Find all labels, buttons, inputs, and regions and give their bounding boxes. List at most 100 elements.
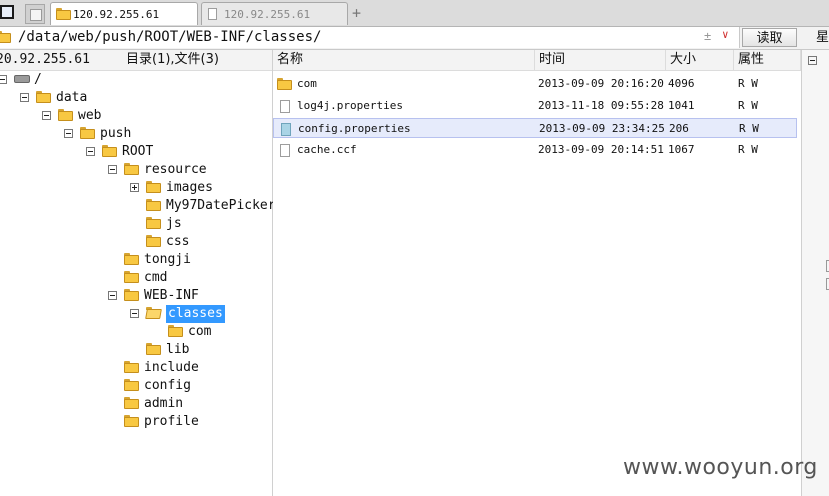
tab-active[interactable]: 120.92.255.61 — [50, 2, 198, 25]
read-button[interactable]: 读取 — [742, 28, 797, 47]
tree-item[interactable]: resource — [0, 161, 272, 179]
column-name-header[interactable]: 名称 — [273, 50, 535, 70]
file-attr: R W — [739, 122, 759, 135]
collapse-icon[interactable] — [64, 129, 73, 138]
file-row[interactable]: cache.ccf 2013-09-09 20:14:51 1067 R W — [273, 140, 797, 160]
file-attr: R W — [738, 99, 758, 112]
folder-icon — [56, 8, 71, 20]
folder-icon — [124, 361, 139, 373]
collapse-icon[interactable] — [108, 291, 117, 300]
column-time-header[interactable]: 时间 — [535, 50, 666, 70]
tree-item[interactable]: web — [0, 107, 272, 125]
tree-item-label: include — [144, 360, 199, 375]
tab-bar: 120.92.255.61 120.92.255.61 + — [0, 0, 829, 27]
tree-item[interactable]: cmd — [0, 269, 272, 287]
tree-item[interactable]: ROOT — [0, 143, 272, 161]
folder-icon — [124, 271, 139, 283]
tree-item[interactable]: config — [0, 377, 272, 395]
column-size-header[interactable]: 大小 — [666, 50, 734, 70]
tree-item[interactable]: My97DatePicker — [0, 197, 276, 215]
tree-item-label: js — [166, 216, 182, 231]
tree-item[interactable]: images — [0, 179, 272, 197]
tree-item[interactable]: lib — [0, 341, 272, 359]
tree-item[interactable]: admin — [0, 395, 272, 413]
collapse-icon[interactable] — [108, 165, 117, 174]
folder-icon — [146, 199, 161, 211]
directory-tree-pane: 20.92.255.61 目录(1),文件(3) / data web push ROO… — [0, 50, 276, 496]
page-icon — [208, 8, 217, 20]
tree-item-label: tongji — [144, 252, 191, 267]
file-size: 206 — [669, 122, 689, 135]
collapse-icon[interactable] — [130, 309, 139, 318]
tree-item-label: data — [56, 90, 88, 105]
collapse-icon[interactable] — [20, 93, 29, 102]
collapse-toggle-icon[interactable] — [808, 56, 817, 65]
tree-item[interactable]: include — [0, 359, 272, 377]
folder-icon — [146, 217, 161, 229]
tree-item-label: css — [166, 234, 190, 249]
file-time: 2013-09-09 20:16:20 — [538, 77, 664, 90]
tree-item[interactable]: classes — [0, 305, 272, 323]
path-text: /data/web/push/ROOT/WEB-INF/classes/ — [18, 29, 322, 45]
tree-item[interactable]: css — [0, 233, 272, 251]
file-list-pane: 名称 时间 大小 属性 com 2013-09-09 20:16:20 4096 R … — [273, 50, 801, 496]
folder-icon — [124, 415, 139, 427]
tree-item[interactable]: push — [0, 125, 272, 143]
tab-inactive[interactable]: 120.92.255.61 — [201, 2, 348, 25]
tree-item-label: / — [34, 72, 42, 87]
folder-icon — [146, 343, 161, 355]
tree-header: 20.92.255.61 目录(1),文件(3) — [0, 50, 272, 71]
side-panel — [801, 50, 829, 496]
folder-icon — [124, 289, 139, 301]
collapse-icon[interactable] — [0, 75, 7, 84]
tree-item[interactable]: data — [0, 89, 272, 107]
file-icon — [280, 144, 290, 157]
folder-icon — [277, 78, 292, 90]
site-list-icon[interactable] — [25, 4, 45, 24]
window-icon[interactable] — [0, 5, 14, 19]
tree-item[interactable]: / — [0, 71, 272, 89]
host-address: 20.92.255.61 — [0, 52, 90, 67]
folder-open-icon — [146, 307, 161, 319]
tree-item[interactable]: js — [0, 215, 272, 233]
folder-icon — [80, 127, 95, 139]
collapse-icon[interactable] — [42, 111, 51, 120]
tab-label: 120.92.255.61 — [73, 8, 160, 21]
tree-item[interactable]: com — [0, 323, 272, 341]
file-attr: R W — [738, 77, 758, 90]
file-name: config.properties — [298, 122, 411, 135]
folder-icon — [58, 109, 73, 121]
tree-item-label: My97DatePicker — [166, 198, 276, 213]
folder-icon — [36, 91, 51, 103]
folder-icon — [124, 379, 139, 391]
folder-icon — [0, 31, 11, 43]
tree-item-label: classes — [166, 305, 225, 323]
watermark: www.wooyun.org — [623, 455, 818, 480]
tree-item[interactable]: WEB-INF — [0, 287, 272, 305]
tree-item-label: com — [188, 324, 212, 339]
tree-item-label: lib — [166, 342, 190, 357]
tree-item[interactable]: profile — [0, 413, 272, 431]
right-panel-label[interactable]: 星 — [816, 27, 829, 48]
new-tab-plus-icon[interactable]: + — [352, 4, 361, 22]
tree-item-label: cmd — [144, 270, 168, 285]
address-bar: /data/web/push/ROOT/WEB-INF/classes/ ± ∨… — [0, 27, 829, 50]
drive-icon — [14, 73, 30, 83]
file-row[interactable]: com 2013-09-09 20:16:20 4096 R W — [273, 74, 797, 94]
file-size: 1067 — [668, 143, 695, 156]
collapse-icon[interactable] — [86, 147, 95, 156]
folder-icon — [124, 397, 139, 409]
expand-icon[interactable] — [130, 183, 139, 192]
tree-item[interactable]: tongji — [0, 251, 272, 269]
chevron-down-icon[interactable]: ∨ — [722, 28, 729, 41]
dir-file-summary: 目录(1),文件(3) — [126, 52, 219, 67]
file-list-header: 名称 时间 大小 属性 — [273, 50, 801, 71]
file-row[interactable]: log4j.properties 2013-11-18 09:55:28 1041 R… — [273, 96, 797, 116]
file-time: 2013-09-09 23:34:25 — [539, 122, 665, 135]
file-time: 2013-11-18 09:55:28 — [538, 99, 664, 112]
file-row[interactable]: config.properties 2013-09-09 23:34:25 206 R… — [273, 118, 797, 138]
tree-item-label: config — [144, 378, 191, 393]
encoding-select[interactable]: ± — [704, 29, 711, 43]
column-attr-header[interactable]: 属性 — [734, 50, 801, 70]
path-input[interactable]: /data/web/push/ROOT/WEB-INF/classes/ — [0, 27, 740, 48]
